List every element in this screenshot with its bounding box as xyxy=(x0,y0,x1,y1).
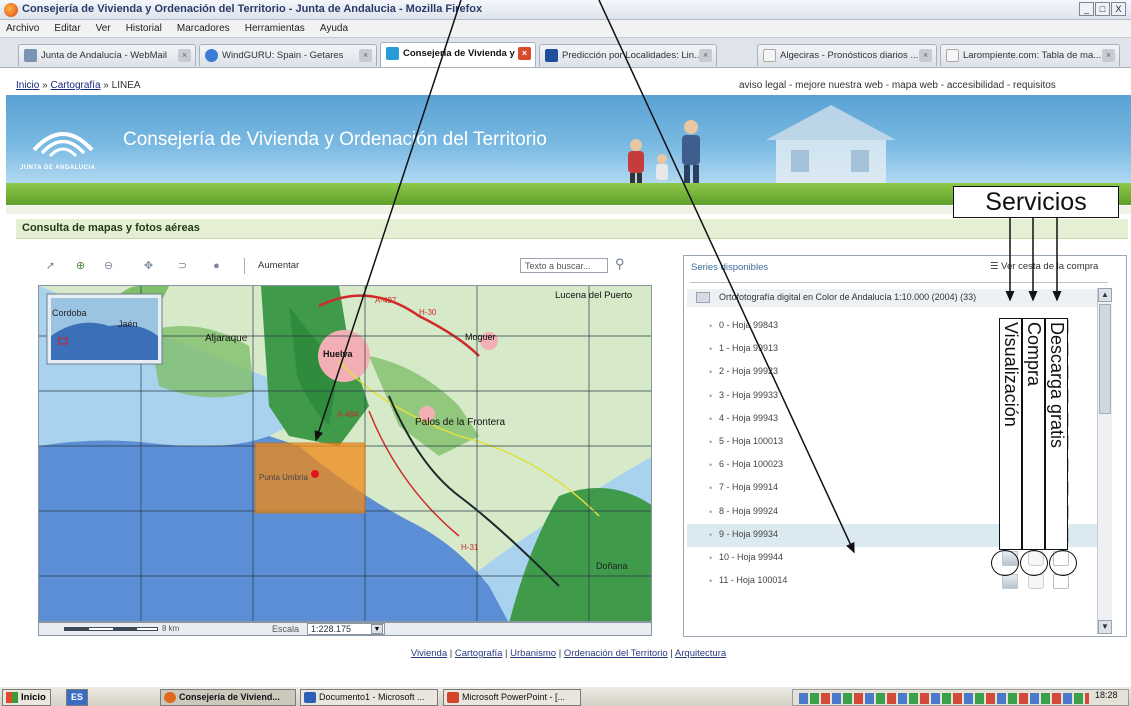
taskbar-label: Microsoft PowerPoint - [... xyxy=(462,692,566,702)
windows-logo-icon xyxy=(6,692,18,703)
start-button[interactable]: Inicio xyxy=(2,689,51,706)
taskbar-label: Documento1 - Microsoft ... xyxy=(319,692,425,702)
descarga-label: Descarga gratis xyxy=(1047,322,1067,449)
firefox-icon xyxy=(164,692,176,703)
footer-link-ordenacion[interactable]: Ordenación del Territorio xyxy=(564,648,668,659)
system-tray xyxy=(792,689,1129,706)
descarga-circle xyxy=(1049,550,1077,576)
taskbar-button-firefox[interactable]: Consejería de Viviend... xyxy=(160,689,296,706)
compra-label: Compra xyxy=(1024,322,1044,387)
footer-separator: | xyxy=(447,648,455,659)
language-indicator[interactable]: ES xyxy=(66,689,88,706)
powerpoint-icon xyxy=(447,692,459,703)
word-icon xyxy=(304,692,316,703)
footer-separator: | xyxy=(502,648,511,659)
taskbar-button-word[interactable]: Documento1 - Microsoft ... xyxy=(300,689,438,706)
footer-link-vivienda[interactable]: Vivienda xyxy=(411,648,447,659)
screenshot-root: Consejería de Vivienda y Ordenación del … xyxy=(0,0,1131,706)
footer-link-urbanismo[interactable]: Urbanismo xyxy=(510,648,556,659)
start-label: Inicio xyxy=(21,692,46,703)
visualizacion-label: Visualización xyxy=(1001,322,1021,427)
visualizacion-circle xyxy=(991,550,1019,576)
taskbar-button-powerpoint[interactable]: Microsoft PowerPoint - [... xyxy=(443,689,581,706)
annotation-arrows xyxy=(314,0,1062,554)
footer-link-arquitectura[interactable]: Arquitectura xyxy=(675,648,726,659)
compra-circle xyxy=(1020,550,1048,576)
taskbar: Inicio ES Consejería de Viviend... Docum… xyxy=(0,686,1131,706)
footer-link-cartografia[interactable]: Cartografía xyxy=(455,648,503,659)
taskbar-label: Consejería de Viviend... xyxy=(179,692,280,702)
footer: Vivienda | Cartografía | Urbanismo | Ord… xyxy=(6,648,1131,668)
clock: 18:28 xyxy=(1095,690,1118,700)
servicios-annotation: Servicios xyxy=(953,186,1119,218)
footer-separator: | xyxy=(667,648,675,659)
tray-icons[interactable] xyxy=(799,693,1089,704)
footer-separator: | xyxy=(556,648,564,659)
